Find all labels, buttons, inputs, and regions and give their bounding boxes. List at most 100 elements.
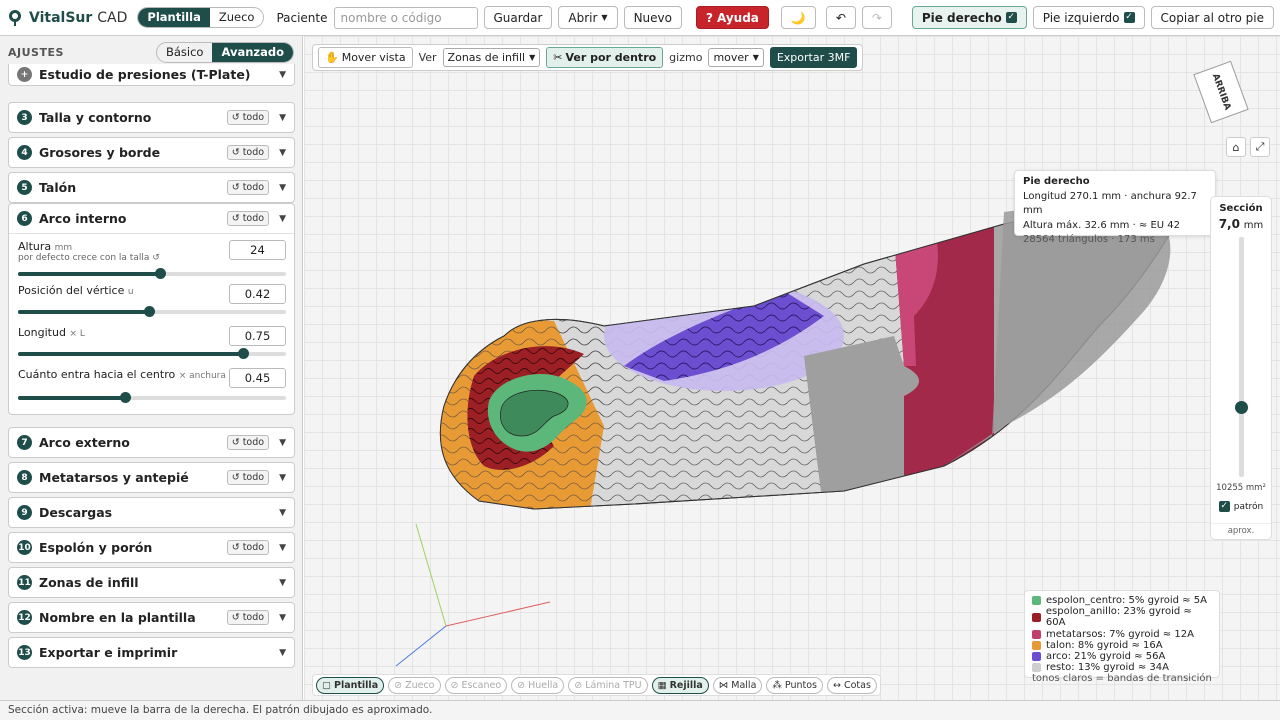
- axis-y: [415, 523, 447, 627]
- slider-knob[interactable]: [1235, 401, 1248, 415]
- param-slider[interactable]: [18, 348, 286, 359]
- panel-8[interactable]: 10 Espolón y porón ↺ todo ▼: [8, 532, 295, 563]
- layer-toggles: ▢ Plantilla ⊘ Zueco ⊘ Escaneo ⊘ Huella ⊘ Lámina T…: [312, 674, 881, 696]
- settings-sidebar: AJUSTES Básico Avanzado + Estudio de pres…: [0, 36, 303, 700]
- mode-zueco[interactable]: Zueco: [210, 8, 264, 27]
- 3d-viewport[interactable]: ✋ Mover vista Ver Zonas de infill ▼ ✂ Ver p…: [304, 36, 1280, 700]
- layer-toggle[interactable]: ↔ Cotas: [826, 676, 877, 694]
- layer-toggle[interactable]: ⊘ Lámina TPU: [568, 676, 648, 694]
- panel-2[interactable]: 4 Grosores y borde ↺ todo ▼: [8, 137, 295, 168]
- panel-header[interactable]: 6 Arco interno ↺ todo ▼: [9, 204, 294, 234]
- layer-toggle[interactable]: ⊘ Zueco: [388, 676, 441, 694]
- layer-toggle[interactable]: ▢ Plantilla: [316, 676, 385, 694]
- panel-number: 4: [17, 145, 32, 160]
- param-slider[interactable]: [18, 306, 286, 317]
- param-name: Altura: [18, 240, 52, 253]
- moon-icon: 🌙: [790, 10, 806, 25]
- param-value-input[interactable]: 24: [229, 240, 286, 260]
- layer-icon: ⁂: [772, 679, 782, 691]
- gizmo-select[interactable]: mover ▼: [708, 48, 764, 67]
- reset-icon[interactable]: ↺: [152, 253, 160, 263]
- panel-1[interactable]: 3 Talla y contorno ↺ todo ▼: [8, 102, 295, 133]
- panel-3[interactable]: 5 Talón ↺ todo ▼: [8, 172, 295, 203]
- legend-item: resto: 13% gyroid ≈ 34A: [1032, 662, 1212, 673]
- panel-11[interactable]: 13 Exportar e imprimir ▼: [8, 637, 295, 668]
- section-value: 7,0: [1218, 217, 1240, 231]
- infill-legend: espolon_centro: 5% gyroid ≈ 5A espolon_an…: [1024, 590, 1220, 684]
- level-basic[interactable]: Básico: [157, 43, 212, 62]
- checkbox-icon: ✓: [1005, 12, 1017, 23]
- chevron-down-icon: ▼: [279, 577, 286, 588]
- panel-0[interactable]: + Estudio de presiones (T-Plate) ▼: [8, 64, 295, 86]
- right-foot-toggle[interactable]: Pie derecho ✓: [911, 6, 1027, 29]
- info-title: Pie derecho: [1023, 176, 1090, 187]
- reset-all-button[interactable]: ↺ todo: [226, 540, 270, 555]
- panel-title: Nombre en la plantilla: [39, 610, 196, 625]
- pan-view-button[interactable]: ✋ Mover vista: [318, 47, 413, 68]
- view-select[interactable]: Zonas de infill ▼: [442, 48, 541, 67]
- reset-all-button[interactable]: ↺ todo: [226, 435, 270, 450]
- slider-knob[interactable]: [120, 392, 132, 403]
- view-toolbar: ✋ Mover vista Ver Zonas de infill ▼ ✂ Ver p…: [312, 44, 864, 71]
- fullscreen-button[interactable]: ⤢: [1250, 137, 1270, 157]
- reset-all-button[interactable]: ↺ todo: [226, 110, 270, 125]
- undo-button[interactable]: ↶: [825, 6, 856, 29]
- reset-all-button[interactable]: ↺ todo: [226, 211, 270, 226]
- panel-6[interactable]: 8 Metatarsos y antepié ↺ todo ▼: [8, 462, 295, 493]
- param-hint-text: por defecto crece con la talla: [18, 253, 150, 263]
- layer-label: Puntos: [784, 679, 817, 691]
- new-button[interactable]: Nuevo: [623, 6, 682, 29]
- reset-all-button[interactable]: ↺ todo: [226, 470, 270, 485]
- layer-label: Cotas: [843, 679, 871, 691]
- section-panel: Sección 7,0 mm 10255 mm² ✓ patrón aprox.: [1210, 196, 1272, 540]
- param-name: Posición del vértice: [18, 284, 125, 297]
- pan-view-label: Mover vista: [341, 51, 406, 64]
- save-button[interactable]: Guardar: [483, 6, 553, 29]
- layer-toggle[interactable]: ⋈ Malla: [712, 676, 763, 694]
- level-advanced[interactable]: Avanzado: [212, 43, 293, 62]
- help-button[interactable]: ? Ayuda: [696, 6, 769, 29]
- slider-knob[interactable]: [155, 268, 167, 279]
- param-value-input[interactable]: 0.45: [229, 368, 286, 388]
- param-vertice: Posición del vértice u 0.42: [18, 284, 286, 324]
- panel-9[interactable]: 11 Zonas de infill ▼: [8, 567, 295, 598]
- patient-input[interactable]: nombre o código: [333, 6, 478, 29]
- section-area: 10255 mm²: [1216, 483, 1266, 493]
- left-foot-toggle[interactable]: Pie izquierdo ✓: [1032, 6, 1145, 29]
- pattern-toggle[interactable]: ✓ patrón: [1211, 501, 1271, 512]
- layer-toggle[interactable]: ⁂ Puntos: [766, 676, 823, 694]
- slider-knob[interactable]: [144, 306, 156, 317]
- mode-plantilla[interactable]: Plantilla: [138, 8, 210, 27]
- export-3mf-button[interactable]: Exportar 3MF: [769, 47, 858, 68]
- layer-toggle[interactable]: ▦ Rejilla: [651, 676, 709, 694]
- param-slider[interactable]: [18, 268, 286, 279]
- legend-label: resto: 13% gyroid ≈ 34A: [1046, 662, 1169, 674]
- layer-toggle[interactable]: ⊘ Huella: [511, 676, 565, 694]
- redo-button[interactable]: ↷: [861, 6, 892, 29]
- sidebar-title: AJUSTES: [8, 46, 64, 59]
- open-button[interactable]: Abrir ▼: [558, 6, 618, 29]
- layer-toggle[interactable]: ⊘ Escaneo: [444, 676, 508, 694]
- panel-title: Arco externo: [39, 435, 130, 450]
- reset-all-button[interactable]: ↺ todo: [226, 180, 270, 195]
- copy-other-foot-button[interactable]: Copiar al otro pie: [1150, 6, 1274, 29]
- reset-all-button[interactable]: ↺ todo: [226, 610, 270, 625]
- panel-5[interactable]: 7 Arco externo ↺ todo ▼: [8, 427, 295, 458]
- panel-10[interactable]: 12 Nombre en la plantilla ↺ todo ▼: [8, 602, 295, 633]
- slider-knob[interactable]: [238, 348, 250, 359]
- param-value-input[interactable]: 0.42: [229, 284, 286, 304]
- section-slider[interactable]: [1235, 237, 1248, 477]
- panel-number: 8: [17, 470, 32, 485]
- see-inside-button[interactable]: ✂ Ver por dentro: [546, 47, 664, 68]
- param-slider[interactable]: [18, 392, 286, 403]
- param-value-input[interactable]: 0.75: [229, 326, 286, 346]
- panel-number: 13: [17, 645, 32, 660]
- chevron-down-icon: ▼: [279, 647, 286, 658]
- home-view-button[interactable]: ⌂: [1226, 137, 1246, 157]
- panel-7[interactable]: 9 Descargas ▼: [8, 497, 295, 528]
- chevron-down-icon: ▼: [279, 69, 286, 80]
- dark-mode-button[interactable]: 🌙: [780, 6, 816, 29]
- layer-icon: ⊘: [450, 679, 459, 691]
- legend-swatch: [1032, 663, 1041, 673]
- reset-all-button[interactable]: ↺ todo: [226, 145, 270, 160]
